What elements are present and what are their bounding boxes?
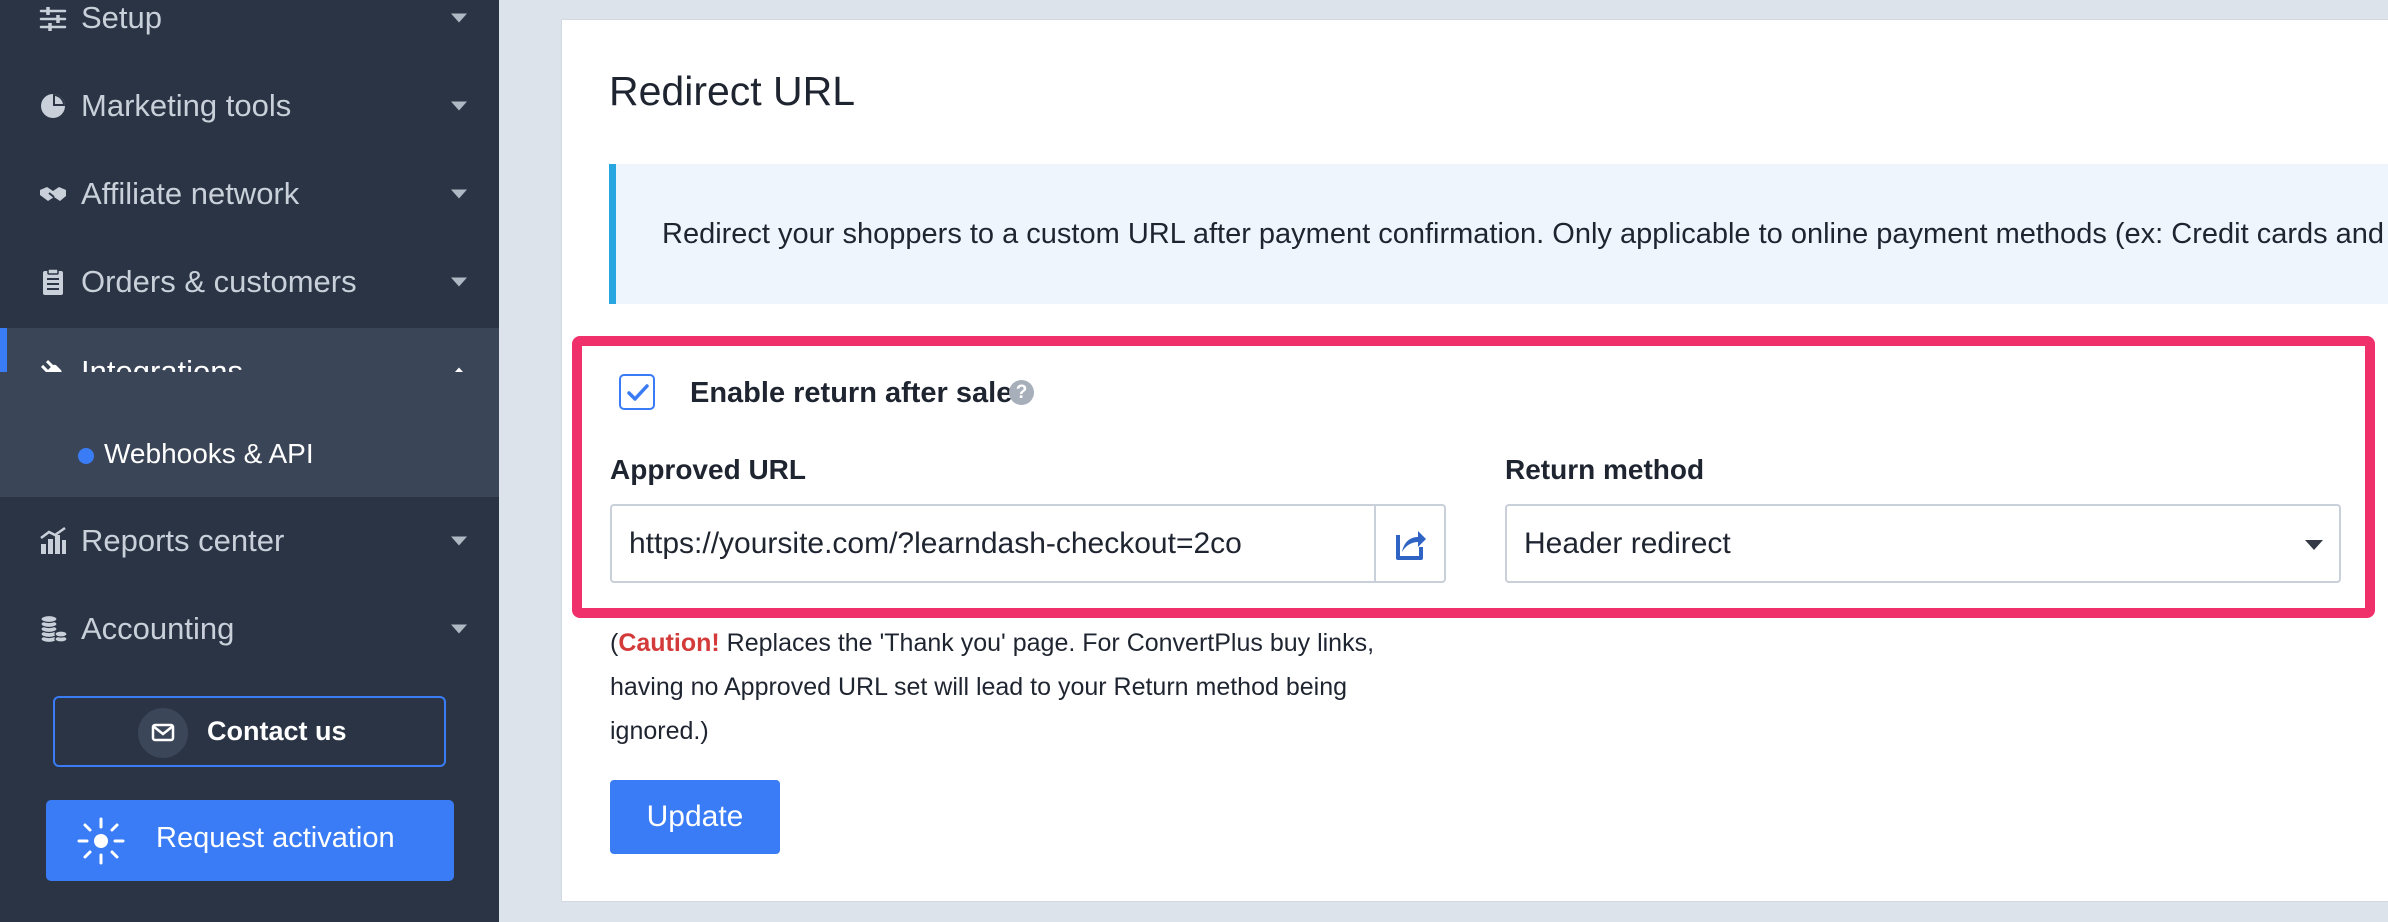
sun-icon (77, 817, 125, 865)
update-button[interactable]: Update (610, 780, 780, 854)
request-activation-label: Request activation (156, 822, 395, 854)
return-method-select[interactable]: Header redirect (1505, 504, 2341, 583)
sidebar: Setup Marketing tools Affiliate network … (0, 0, 499, 922)
sidebar-item-label: Orders & customers (81, 264, 357, 299)
caution-text: Replaces the 'Thank you' page. For Conve… (610, 629, 1375, 745)
open-url-button[interactable] (1374, 504, 1446, 583)
enable-return-checkbox[interactable] (619, 374, 655, 410)
bar-chart-icon (40, 526, 66, 554)
sidebar-item-orders-customers[interactable]: Orders & customers (0, 238, 499, 326)
page-title: Redirect URL (609, 68, 856, 114)
chevron-down-icon (451, 277, 467, 287)
info-text: Redirect your shoppers to a custom URL a… (662, 218, 2388, 250)
help-icon[interactable]: ? (1009, 380, 1034, 405)
handshake-icon (40, 187, 66, 201)
chevron-down-icon (451, 624, 467, 634)
pie-chart-icon (41, 94, 65, 118)
sidebar-item-marketing-tools[interactable]: Marketing tools (0, 62, 499, 150)
external-link-icon (1396, 531, 1426, 560)
sidebar-item-setup[interactable]: Setup (0, 0, 499, 62)
sliders-icon (39, 7, 67, 31)
contact-us-button[interactable]: Contact us (53, 696, 446, 767)
submenu-item-label: Webhooks & API (104, 438, 314, 469)
sidebar-item-label: Marketing tools (81, 88, 292, 123)
chevron-down-icon (451, 13, 467, 23)
submenu-integrations: Webhooks & API (0, 372, 499, 497)
clipboard-icon (43, 268, 63, 295)
approved-url-label: Approved URL (610, 454, 806, 485)
chevron-down-icon (451, 101, 467, 111)
bullet-icon (78, 448, 94, 464)
enable-return-label: Enable return after sale (690, 377, 1013, 409)
sidebar-item-label: Accounting (81, 611, 235, 646)
caution-label: Caution! (618, 629, 720, 657)
submenu-item-webhooks-api[interactable]: Webhooks & API (0, 418, 499, 490)
approved-url-value: https://yoursite.com/?learndash-checkout… (629, 527, 1242, 560)
envelope-icon (138, 708, 188, 758)
sidebar-item-affiliate-network[interactable]: Affiliate network (0, 150, 499, 238)
caution-note: (Caution! Replaces the 'Thank you' page.… (610, 621, 1390, 753)
sidebar-item-reports-center[interactable]: Reports center (0, 497, 499, 585)
sidebar-item-accounting[interactable]: Accounting (0, 585, 499, 673)
return-method-value: Header redirect (1524, 527, 1731, 560)
sidebar-item-label: Setup (81, 0, 163, 35)
return-method-label: Return method (1505, 454, 1705, 485)
sidebar-item-label: Affiliate network (81, 176, 300, 211)
contact-us-label: Contact us (207, 716, 347, 746)
chevron-down-icon (451, 536, 467, 546)
sidebar-item-label: Reports center (81, 523, 285, 558)
approved-url-input[interactable]: https://yoursite.com/?learndash-checkout… (610, 504, 1376, 583)
info-box: Redirect your shoppers to a custom URL a… (609, 164, 2388, 304)
chevron-down-icon (451, 189, 467, 199)
request-activation-button[interactable]: Request activation (46, 800, 454, 881)
checkmark-icon (627, 384, 649, 401)
dropdown-caret-icon (2305, 540, 2323, 550)
coins-icon (40, 614, 68, 644)
